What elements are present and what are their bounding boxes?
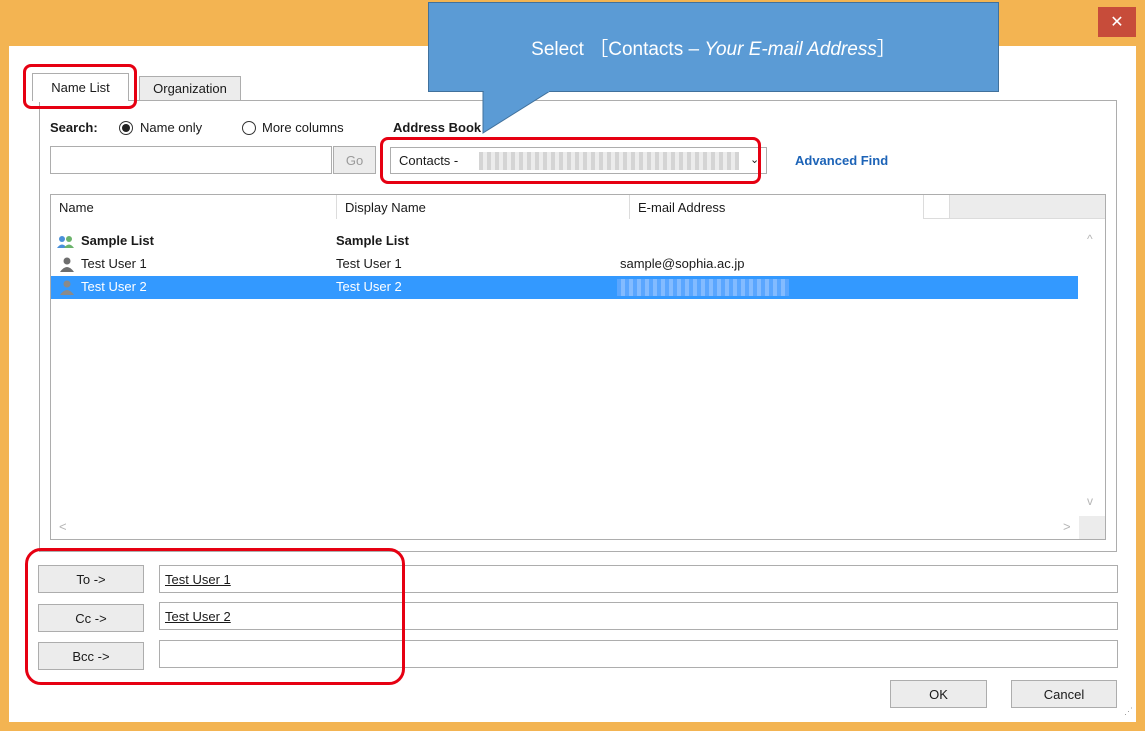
highlight-recipients — [25, 548, 405, 685]
address-list[interactable]: Name Display Name E-mail Address Sample … — [50, 194, 1106, 540]
row-display-name: Test User 2 — [336, 279, 402, 294]
person-icon — [60, 280, 74, 295]
list-row[interactable]: Test User 2 Test User 2 — [51, 276, 1078, 299]
cancel-button[interactable]: Cancel — [1011, 680, 1117, 708]
tab-organization[interactable]: Organization — [139, 76, 241, 100]
person-icon — [60, 257, 74, 272]
vertical-scrollbar[interactable]: ^ v — [1079, 230, 1105, 516]
address-book-label: Address Book — [393, 120, 482, 135]
scroll-up-icon[interactable]: ^ — [1087, 232, 1093, 246]
close-icon: ✕ — [1110, 14, 1124, 31]
close-button[interactable]: ✕ — [1098, 7, 1136, 37]
column-email[interactable]: E-mail Address — [630, 195, 924, 219]
list-header: Name Display Name E-mail Address — [51, 195, 1105, 219]
row-email: sample@sophia.ac.jp — [620, 256, 745, 271]
search-input[interactable] — [50, 146, 332, 174]
radio-name-only[interactable] — [119, 121, 133, 135]
callout-pointer — [482, 91, 551, 134]
scroll-right-icon[interactable]: > — [1063, 519, 1071, 534]
row-display-name: Sample List — [336, 233, 409, 248]
group-icon — [57, 236, 74, 248]
go-button[interactable]: Go — [333, 146, 376, 174]
scroll-down-icon[interactable]: v — [1087, 494, 1093, 508]
scrollbar-corner — [1079, 516, 1105, 539]
highlight-name-list-tab — [23, 64, 137, 109]
radio-more-columns-label: More columns — [262, 120, 344, 135]
callout-text: Select ［Contacts – Your E-mail Address］ — [531, 38, 896, 60]
advanced-find-link[interactable]: Advanced Find — [795, 153, 888, 168]
tab-organization-label: Organization — [153, 81, 227, 96]
list-row[interactable]: Sample List Sample List — [51, 230, 1078, 253]
row-name: Sample List — [81, 233, 154, 248]
column-spacer — [924, 195, 950, 218]
row-name: Test User 2 — [81, 279, 147, 294]
radio-more-columns[interactable] — [242, 121, 256, 135]
resize-grip-icon[interactable]: ⋰ — [1124, 706, 1133, 717]
scroll-left-icon[interactable]: < — [59, 519, 67, 534]
window-frame-bottom — [0, 722, 1145, 731]
search-label: Search: — [50, 120, 98, 135]
redacted-email — [617, 279, 789, 296]
ok-button[interactable]: OK — [890, 680, 987, 708]
horizontal-scrollbar[interactable]: < > — [51, 516, 1079, 538]
row-display-name: Test User 1 — [336, 256, 402, 271]
radio-selected-dot — [122, 124, 130, 132]
instruction-callout: Select ［Contacts – Your E-mail Address］ — [428, 2, 999, 92]
ok-button-label: OK — [929, 686, 948, 702]
column-name[interactable]: Name — [51, 195, 337, 219]
window-frame-right — [1136, 0, 1145, 731]
highlight-address-book — [380, 137, 761, 184]
column-display-name[interactable]: Display Name — [337, 195, 630, 219]
window-frame-left — [0, 0, 9, 731]
go-button-label: Go — [345, 152, 364, 168]
row-name: Test User 1 — [81, 256, 147, 271]
list-row[interactable]: Test User 1 Test User 1 sample@sophia.ac… — [51, 253, 1078, 276]
radio-name-only-label: Name only — [140, 120, 203, 135]
cancel-button-label: Cancel — [1043, 686, 1085, 702]
column-filler — [950, 195, 1105, 218]
